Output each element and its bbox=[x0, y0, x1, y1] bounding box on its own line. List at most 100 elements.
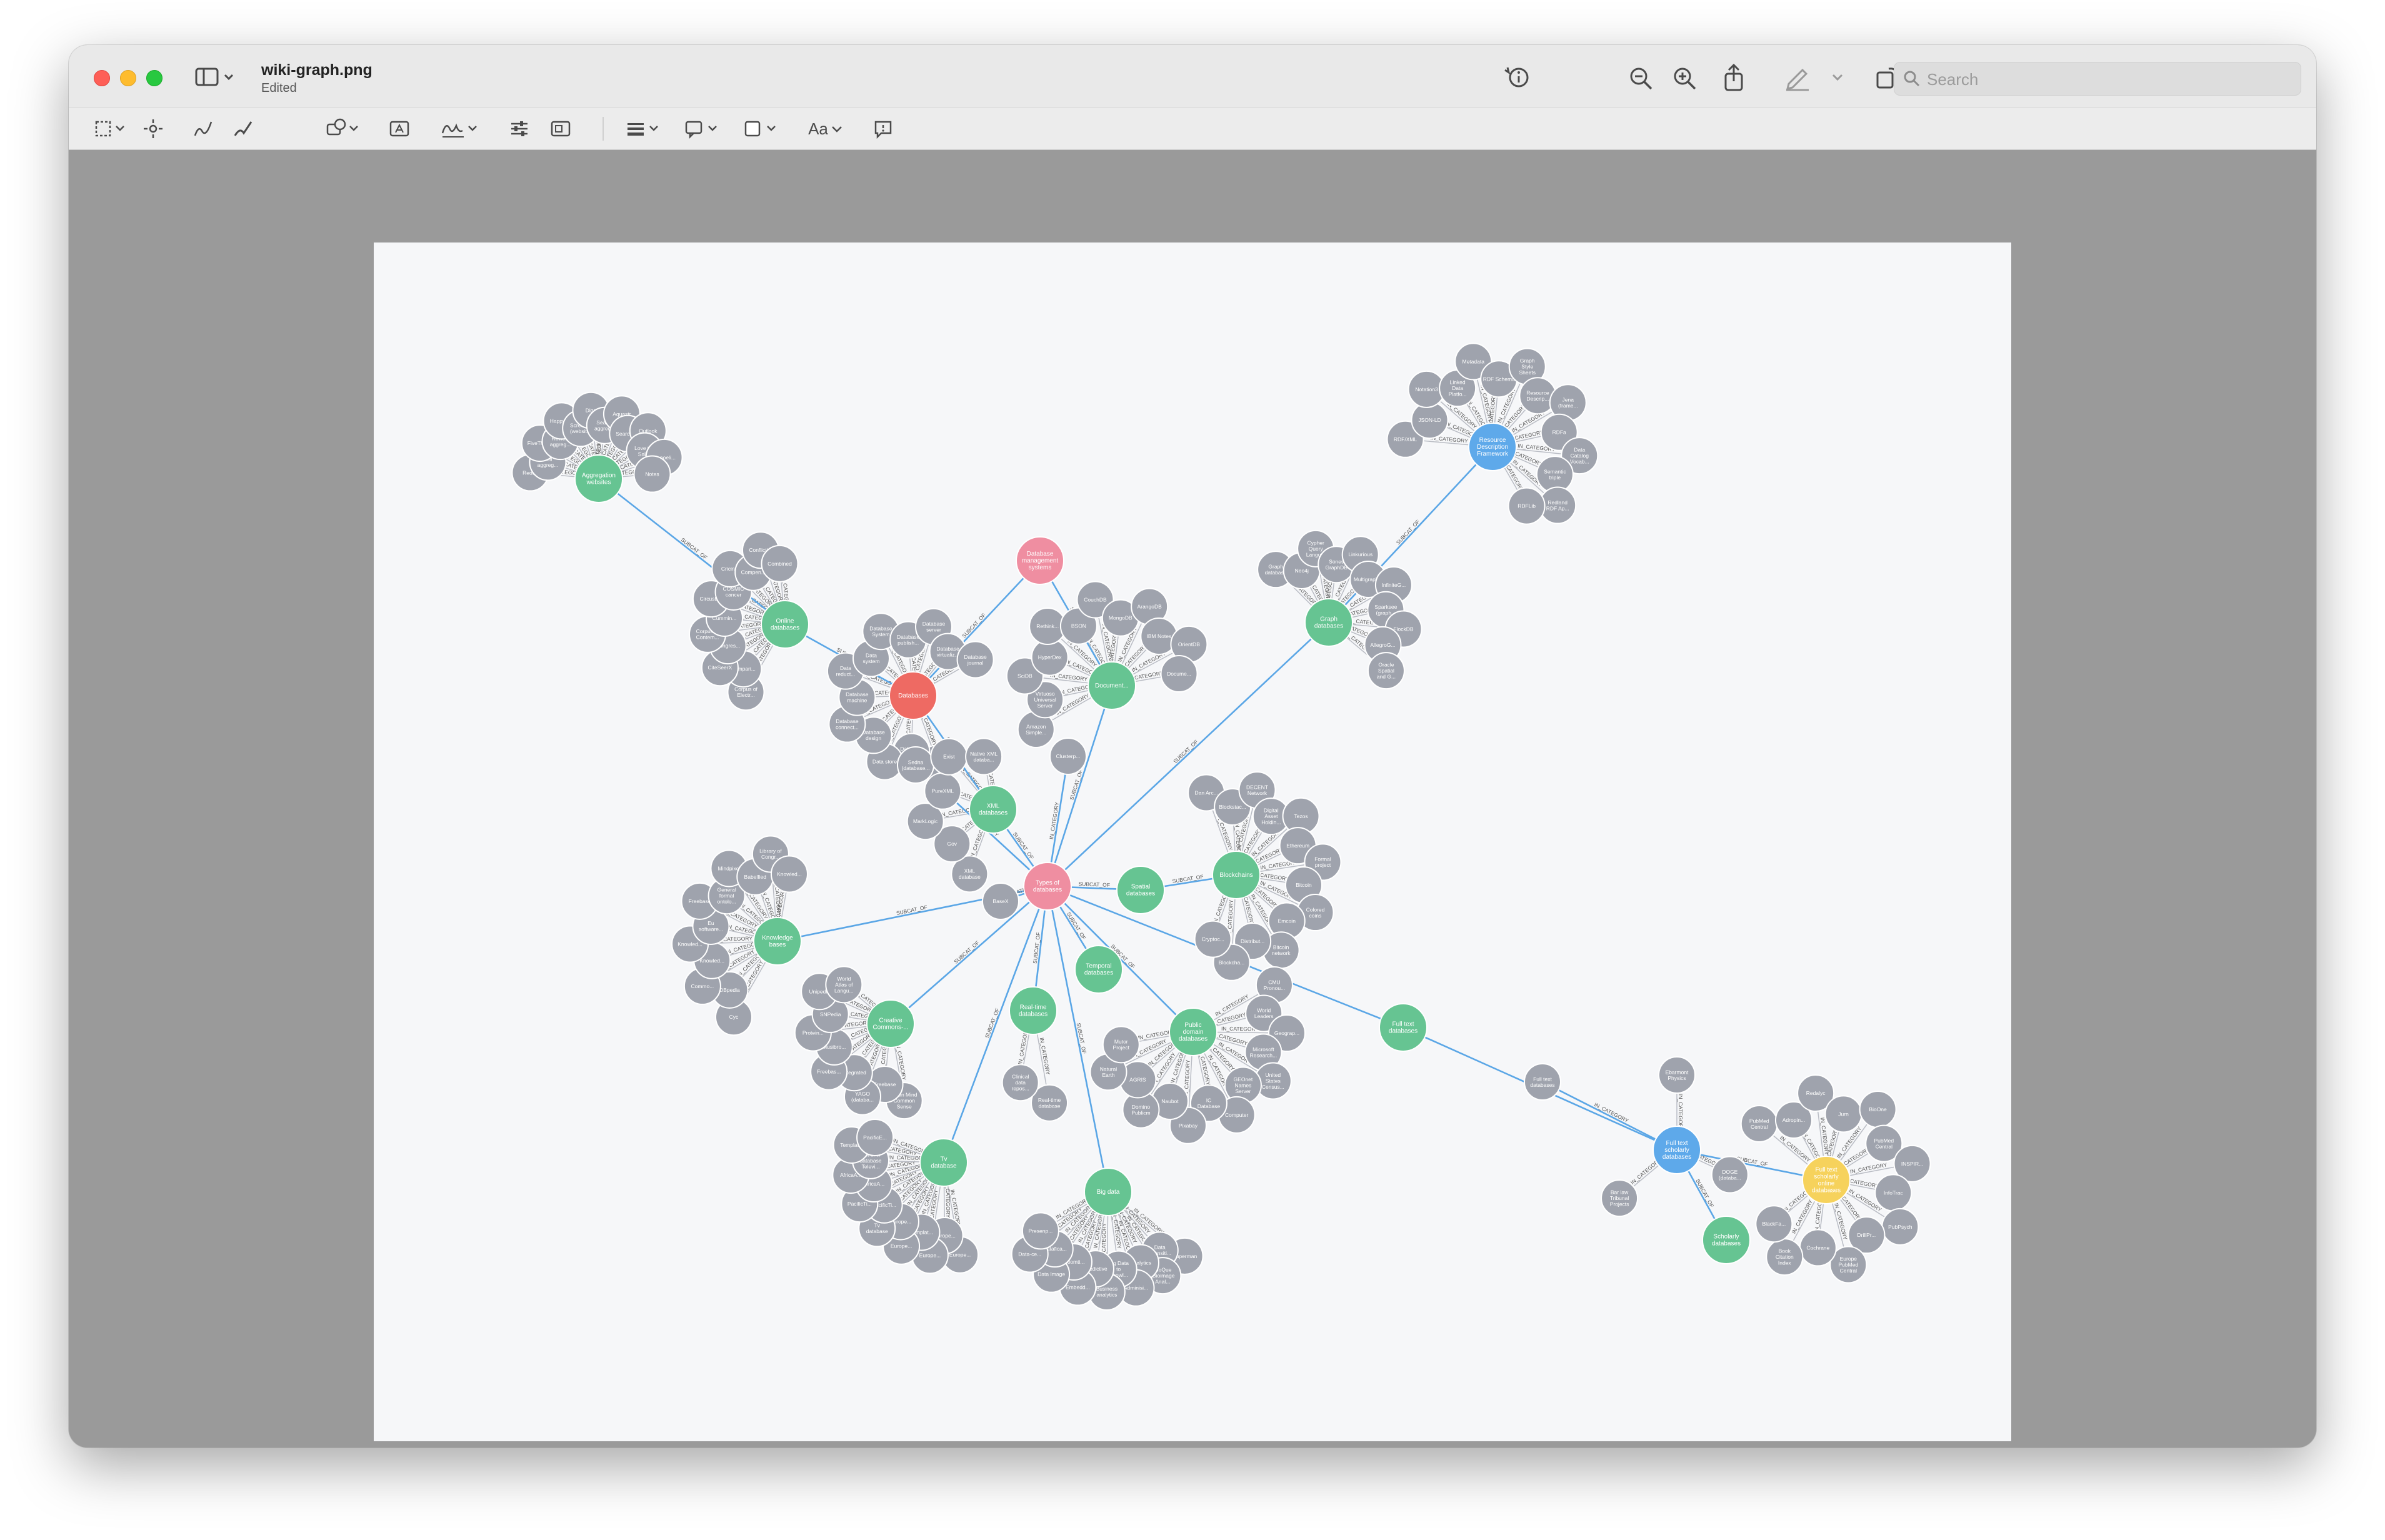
page-node[interactable]: Exist bbox=[930, 738, 968, 776]
node-label: Geograp... bbox=[1274, 1030, 1299, 1036]
page-node[interactable]: Sedna (database... bbox=[897, 746, 934, 784]
page-node[interactable]: PacificE... bbox=[856, 1118, 894, 1156]
edge-label: IN_CATEGORY bbox=[1849, 1161, 1888, 1174]
page-node[interactable]: World Atlas of Langu... bbox=[825, 966, 863, 1004]
page-node[interactable]: Presenp... bbox=[1021, 1212, 1059, 1250]
page-node[interactable]: Full text databases bbox=[1524, 1063, 1561, 1101]
sign-button[interactable] bbox=[440, 117, 481, 141]
page-node[interactable]: DOGE (databa... bbox=[1711, 1156, 1749, 1194]
category-node[interactable]: Databases bbox=[889, 671, 938, 720]
node-label: IBM Notes bbox=[1147, 633, 1172, 639]
page-node[interactable]: PubPsych bbox=[1881, 1208, 1919, 1246]
page-node[interactable]: Cochrane bbox=[1799, 1229, 1837, 1267]
selection-tool-button[interactable] bbox=[94, 118, 131, 139]
instant-alpha-button[interactable] bbox=[142, 118, 164, 139]
page-node[interactable]: Combined bbox=[761, 544, 799, 582]
category-node[interactable]: Big data bbox=[1084, 1168, 1132, 1216]
page-node[interactable]: Notes bbox=[633, 455, 671, 493]
page-node[interactable]: PureXML bbox=[924, 772, 962, 810]
category-node[interactable]: Public domain databases bbox=[1169, 1008, 1218, 1056]
page-node[interactable]: BioOne bbox=[1859, 1090, 1897, 1128]
search-field[interactable] bbox=[1894, 62, 2301, 96]
page-node[interactable]: Database journal bbox=[956, 641, 994, 679]
page-node[interactable]: Native XML databa... bbox=[965, 738, 1003, 776]
edge-label: IN_CATEGORY bbox=[1039, 1037, 1051, 1075]
border-color-button[interactable] bbox=[684, 117, 722, 141]
page-node[interactable]: Mutor Project bbox=[1102, 1026, 1140, 1064]
search-input[interactable] bbox=[1926, 62, 2291, 96]
node-label: Data-ce... bbox=[1018, 1251, 1041, 1258]
text-style-button[interactable]: Aa bbox=[804, 117, 848, 141]
shapes-button[interactable] bbox=[325, 117, 364, 141]
page-node[interactable]: Oracle Spatial and G... bbox=[1367, 652, 1405, 690]
node-label: BioOne bbox=[1869, 1106, 1887, 1112]
category-node[interactable]: Resource Description Framework bbox=[1468, 422, 1517, 471]
category-node[interactable]: Document... bbox=[1088, 661, 1136, 710]
page-node[interactable]: PubMed Central bbox=[1740, 1105, 1778, 1143]
page-node[interactable]: BaseX bbox=[982, 882, 1019, 920]
edge-label: SUBCAT_OF bbox=[1694, 1178, 1715, 1209]
node-label: Bar law Tribunal Projects bbox=[1610, 1189, 1629, 1208]
node-label: RDF/XML bbox=[1394, 436, 1418, 442]
share-button[interactable] bbox=[1720, 62, 1748, 92]
page-node[interactable]: Clusterp... bbox=[1049, 738, 1087, 775]
category-node[interactable]: Full text scholarly online databases bbox=[1802, 1156, 1851, 1204]
zoom-window-button[interactable] bbox=[146, 70, 162, 86]
category-node[interactable]: Full text scholarly databases bbox=[1652, 1126, 1701, 1174]
category-node[interactable]: Knowledge bases bbox=[753, 917, 802, 966]
node-label: AllegroG... bbox=[1370, 642, 1395, 648]
page-node[interactable]: Knowled... bbox=[770, 855, 808, 893]
node-label: Real-time database bbox=[1038, 1097, 1061, 1109]
page-node[interactable]: Ebarmont Physics bbox=[1658, 1056, 1696, 1094]
adjust-color-button[interactable] bbox=[509, 118, 530, 139]
node-label: Big data bbox=[1097, 1189, 1120, 1196]
zoom-in-button[interactable] bbox=[1671, 65, 1699, 92]
category-node[interactable]: Online databases bbox=[761, 600, 809, 649]
info-button[interactable] bbox=[1502, 64, 1532, 91]
category-node[interactable]: Spatial databases bbox=[1116, 866, 1165, 914]
close-window-button[interactable] bbox=[94, 70, 110, 86]
rectangle-selection-icon bbox=[95, 121, 124, 137]
category-node[interactable]: Temporal databases bbox=[1074, 945, 1123, 994]
category-node[interactable]: Real-time databases bbox=[1009, 986, 1058, 1035]
page-node[interactable]: Docume... bbox=[1160, 655, 1198, 693]
page-node[interactable]: RDFLib bbox=[1508, 487, 1546, 525]
category-node[interactable]: Aggregation websites bbox=[574, 454, 623, 503]
markup-menu-button[interactable] bbox=[1830, 70, 1845, 85]
category-node[interactable]: Blockchains bbox=[1212, 851, 1261, 899]
node-label: Mutor Project bbox=[1113, 1039, 1130, 1051]
page-node[interactable]: Book Citation Index bbox=[1766, 1238, 1804, 1276]
image-description-button[interactable] bbox=[872, 118, 894, 139]
page-node[interactable]: Cryptoc... bbox=[1194, 920, 1232, 958]
markup-button[interactable] bbox=[1784, 64, 1811, 91]
category-node[interactable]: Database management systems bbox=[1016, 536, 1064, 585]
line-style-button[interactable] bbox=[625, 117, 664, 141]
category-node[interactable]: Graph databases bbox=[1304, 598, 1353, 647]
node-label: General formal ontolo... bbox=[717, 887, 736, 905]
sidebar-toggle-button[interactable] bbox=[194, 64, 239, 89]
edge-label: SUBCAT_OF bbox=[1395, 519, 1421, 546]
zoom-out-button[interactable] bbox=[1628, 65, 1655, 92]
category-node[interactable]: Creative Commons-... bbox=[866, 999, 915, 1048]
category-node[interactable]: XML databases bbox=[969, 785, 1018, 834]
node-label: Resource Descrip... bbox=[1526, 390, 1549, 402]
page-node[interactable]: BlackFa... bbox=[1755, 1205, 1793, 1243]
adjust-size-button[interactable] bbox=[550, 118, 571, 139]
text-button[interactable] bbox=[389, 118, 410, 139]
page-node[interactable]: Jurn bbox=[1824, 1095, 1862, 1133]
category-node[interactable]: Scholarly databases bbox=[1702, 1216, 1751, 1264]
page-node[interactable]: Clinical data repos... bbox=[1001, 1064, 1039, 1102]
draw-button[interactable] bbox=[232, 118, 254, 139]
node-label: MongoDB bbox=[1109, 615, 1132, 621]
node-label: Freebas... bbox=[817, 1069, 841, 1075]
category-node[interactable]: Types of databases bbox=[1023, 862, 1072, 911]
page-node[interactable]: Bar law Tribunal Projects bbox=[1601, 1179, 1639, 1218]
category-node[interactable]: Tv database bbox=[919, 1138, 968, 1187]
minimize-window-button[interactable] bbox=[120, 70, 136, 86]
page-node[interactable]: InfoTrac bbox=[1874, 1174, 1912, 1212]
category-node[interactable]: Full text databases bbox=[1379, 1003, 1428, 1052]
document-title[interactable]: wiki-graph.png bbox=[261, 61, 372, 79]
node-label: Neo4j bbox=[1295, 568, 1309, 574]
fill-color-button[interactable] bbox=[742, 117, 781, 141]
sketch-button[interactable] bbox=[192, 118, 214, 139]
